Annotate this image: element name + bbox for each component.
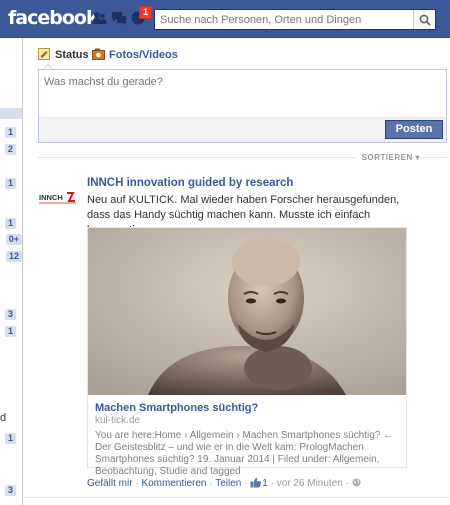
tab-photos[interactable]: Fotos/Videos — [92, 48, 178, 61]
search-input[interactable] — [155, 10, 413, 29]
story-actions: Gefällt mir · Kommentieren · Teilen · 1 … — [87, 477, 361, 489]
shared-link-domain: kul-tick.de — [95, 415, 141, 426]
sidebar-selected-item[interactable] — [0, 108, 22, 119]
messages-icon[interactable] — [111, 11, 127, 25]
shared-link-image[interactable] — [88, 228, 406, 395]
camera-icon — [92, 48, 105, 60]
shared-link-description: You are here:Home › Allgemein › Machen S… — [95, 430, 394, 477]
share-link[interactable]: Teilen — [215, 478, 241, 489]
post-button[interactable]: Posten — [385, 120, 443, 139]
like-count[interactable]: 1 — [250, 477, 268, 489]
search-button[interactable] — [413, 10, 435, 29]
sidebar-count[interactable]: 1 — [4, 127, 16, 138]
tab-status[interactable]: Status — [38, 48, 89, 61]
avatar[interactable]: INNCH — [38, 183, 78, 223]
notification-badge: 1 — [139, 6, 153, 19]
sidebar-count[interactable]: 2 — [4, 144, 16, 155]
composer-footer: Posten — [38, 117, 447, 143]
sidebar-text-fragment: d — [0, 412, 7, 424]
top-bar: facebook 1 — [0, 0, 450, 38]
composer-box — [38, 69, 447, 118]
like-count-value: 1 — [262, 478, 268, 489]
search-icon — [419, 14, 431, 26]
story-divider — [23, 497, 450, 498]
search-box — [154, 9, 436, 30]
sidebar-count[interactable]: 12 — [5, 251, 22, 262]
comment-link[interactable]: Kommentieren — [141, 478, 206, 489]
thumbs-up-icon — [250, 477, 262, 488]
like-link[interactable]: Gefällt mir — [87, 478, 133, 489]
shared-link-card[interactable]: Machen Smartphones süchtig? kul-tick.de … — [87, 227, 407, 477]
status-pencil-icon — [38, 48, 51, 60]
left-sidebar: 1 2 1 1 0+ 12 3 1 d 1 3 — [0, 38, 23, 505]
shared-link-body: Machen Smartphones süchtig? kul-tick.de … — [88, 395, 406, 477]
sidebar-count[interactable]: 1 — [4, 326, 16, 337]
sidebar-count[interactable]: 3 — [4, 309, 16, 320]
sidebar-count[interactable]: 0+ — [5, 234, 22, 245]
sidebar-count[interactable]: 1 — [4, 218, 16, 229]
avatar-logo-text: INNCH — [39, 193, 63, 202]
status-input[interactable] — [39, 70, 446, 117]
timestamp[interactable]: vor 26 Minuten — [277, 478, 343, 489]
sidebar-count[interactable]: 1 — [4, 433, 16, 444]
friend-requests-icon[interactable] — [91, 11, 107, 25]
tab-status-label: Status — [55, 49, 89, 61]
sort-dropdown[interactable]: SORTIEREN ▾ — [355, 153, 420, 162]
shared-link-title[interactable]: Machen Smartphones süchtig? — [95, 401, 399, 415]
facebook-logo[interactable]: facebook — [8, 7, 99, 29]
sidebar-count[interactable]: 1 — [4, 178, 16, 189]
globe-icon — [352, 478, 361, 489]
sidebar-count[interactable]: 3 — [4, 485, 16, 496]
tab-photos-label: Fotos/Videos — [109, 49, 178, 61]
story-author[interactable]: INNCH innovation guided by research — [87, 177, 293, 189]
